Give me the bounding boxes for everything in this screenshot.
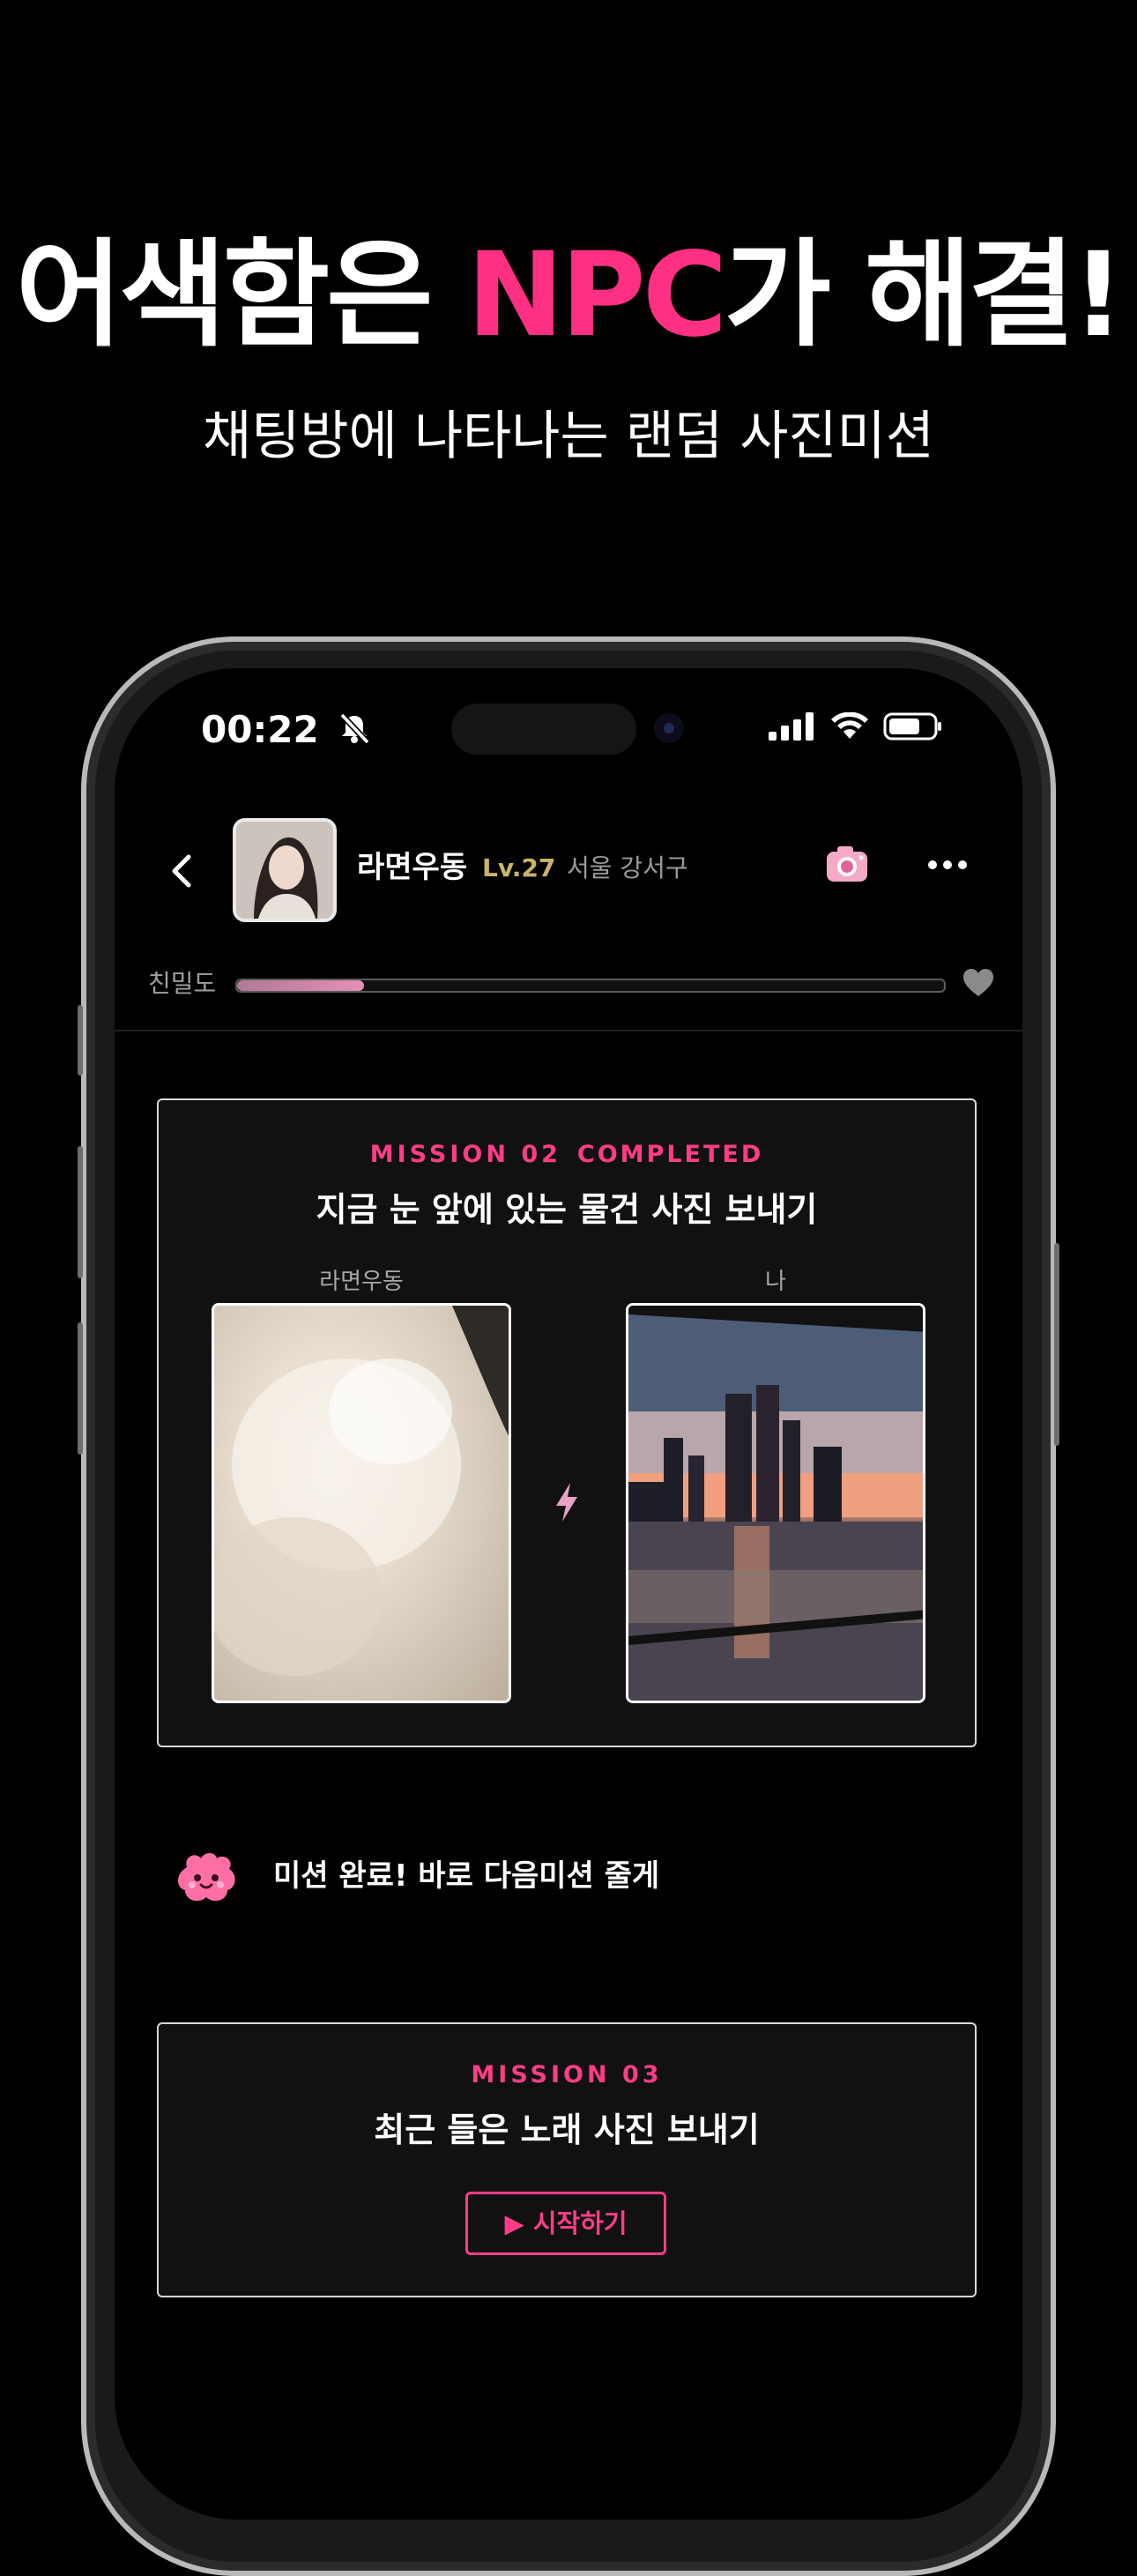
- lightning-icon: [556, 1483, 577, 1522]
- status-time-text: 00:22: [201, 708, 319, 751]
- contact-level: Lv.27: [482, 853, 556, 882]
- mission-number: MISSION 02: [369, 1141, 561, 1168]
- headline-part-2: 가 해결!: [724, 227, 1125, 363]
- contact-name: 라면우동: [357, 850, 468, 885]
- partner-mission-photo[interactable]: [212, 1303, 511, 1703]
- mission-title: 지금 눈 앞에 있는 물건 사진 보내기: [316, 1190, 818, 1229]
- contact-location: 서울 강서구: [567, 853, 688, 882]
- back-button[interactable]: [157, 845, 210, 897]
- heart-icon[interactable]: [962, 968, 994, 998]
- volume-up-button: [78, 1146, 83, 1278]
- intimacy-label: 친밀도: [148, 969, 217, 998]
- more-options-button[interactable]: [925, 858, 970, 872]
- cellular-signal-icon: [769, 712, 814, 741]
- camera-button[interactable]: [825, 845, 869, 885]
- mission-next-card: MISSION 03 최근 들은 노래 사진 보내기 ▶ 시작하기: [157, 2022, 977, 2297]
- avatar-portrait: [236, 822, 333, 919]
- status-icons: [769, 712, 943, 741]
- my-photo-label: 나: [765, 1269, 786, 1295]
- phone-screen: 00:22 라면우동 Lv.27 서울 강서구 친밀도 MISSION 02 C…: [115, 668, 1022, 2520]
- bell-slash-icon: [339, 712, 370, 745]
- npc-message: 미션 완료! 바로 다음미션 줄게: [273, 1858, 660, 1894]
- power-button: [1054, 1243, 1059, 1446]
- promo-subheadline: 채팅방에 나타나는 랜덤 사진미션: [202, 406, 935, 467]
- intimacy-progress-bar: [235, 979, 946, 993]
- headline-accent: NPC: [466, 227, 728, 363]
- dynamic-island: [451, 704, 636, 755]
- front-camera: [654, 713, 684, 743]
- wifi-icon: [831, 712, 868, 739]
- fur-photo-texture: [214, 1306, 509, 1676]
- next-mission-title: 최근 들은 노래 사진 보내기: [374, 2111, 760, 2149]
- next-mission-tag: MISSION 03: [471, 2061, 663, 2088]
- volume-down-button: [78, 1322, 83, 1455]
- promo-headline: 어색함은 NPC가 해결!: [0, 220, 1137, 370]
- mission-tag: MISSION 02 COMPLETED: [159, 1139, 975, 1171]
- mission-status: COMPLETED: [576, 1141, 764, 1168]
- mission-completed-card: MISSION 02 COMPLETED 지금 눈 앞에 있는 물건 사진 보내기…: [157, 1098, 977, 1747]
- status-time: 00:22: [201, 707, 372, 753]
- headline-part-1: 어색함은: [15, 227, 467, 363]
- contact-avatar[interactable]: [233, 818, 337, 922]
- mute-switch: [78, 1005, 83, 1076]
- intimacy-progress-fill: [237, 980, 365, 991]
- header-divider: [115, 1030, 1022, 1031]
- start-mission-button[interactable]: ▶ 시작하기: [465, 2192, 666, 2255]
- battery-icon: [883, 712, 941, 741]
- my-mission-photo[interactable]: [626, 1303, 925, 1703]
- npc-character-icon: [178, 1853, 235, 1902]
- partner-photo-label: 라면우동: [319, 1269, 404, 1295]
- city-skyline-photo: [628, 1306, 923, 1701]
